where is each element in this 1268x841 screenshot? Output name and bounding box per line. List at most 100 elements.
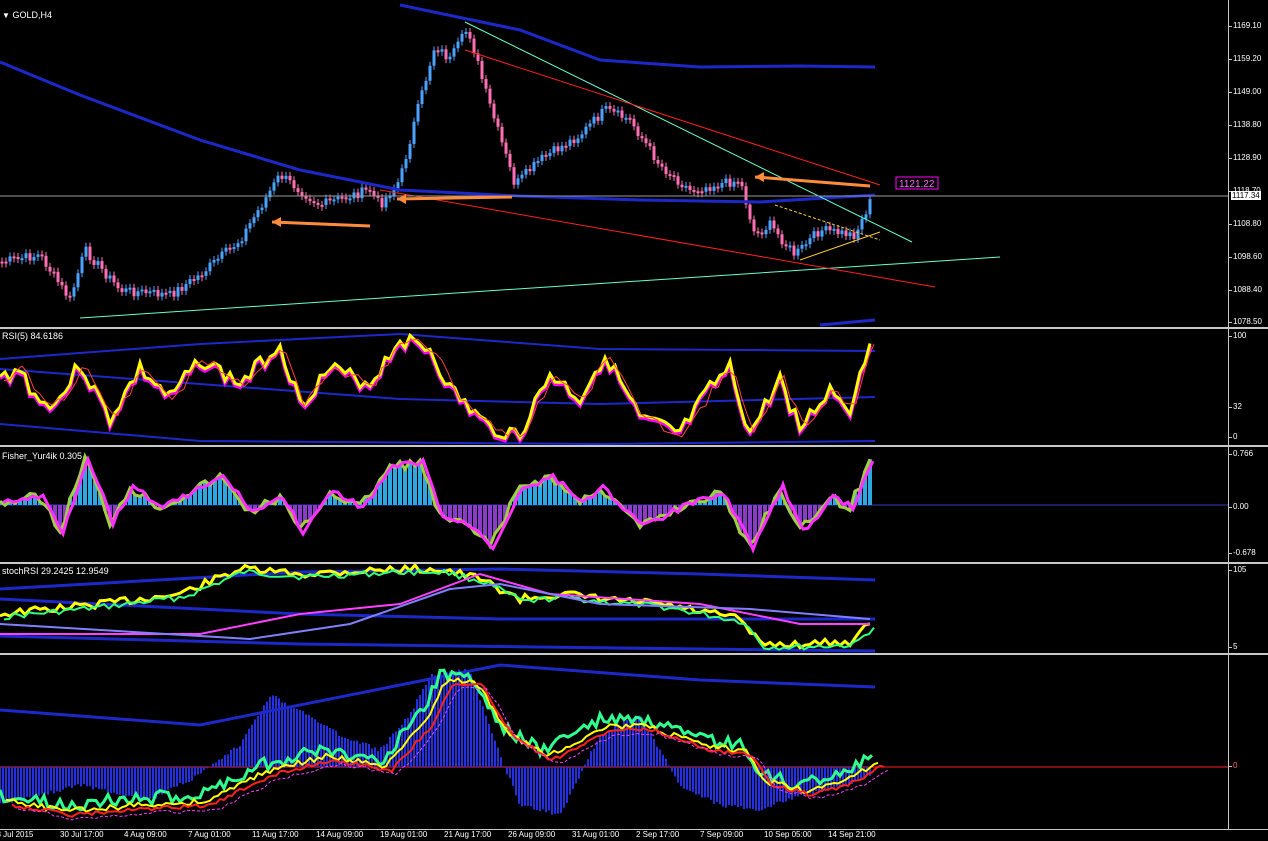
osc-histogram-bar: [563, 767, 565, 808]
osc-histogram-bar: [752, 767, 754, 809]
osc-histogram-bar: [695, 767, 697, 795]
stochrsi-pane[interactable]: stochRSI 29.2425 12.9549: [0, 564, 1228, 653]
price-tick: 1169.10: [1233, 21, 1261, 30]
candle-body: [449, 57, 452, 60]
candle-body: [733, 182, 736, 187]
osc-histogram-bar: [290, 707, 292, 767]
osc-histogram-bar: [449, 671, 451, 767]
candle-body: [521, 175, 524, 179]
osc-histogram-bar: [248, 729, 250, 767]
osc-histogram-bar: [422, 689, 424, 767]
candle-body: [133, 288, 136, 297]
candle-body: [5, 262, 8, 264]
candle-body: [541, 155, 544, 161]
lower-envelope-line: [0, 62, 875, 202]
osc-histogram-bar: [146, 767, 148, 798]
candle-body: [529, 169, 532, 171]
osc-histogram-bar: [236, 748, 238, 767]
price-tick: 1088.40: [1233, 285, 1262, 294]
candle-body: [557, 146, 560, 151]
osc-histogram-bar: [674, 767, 676, 776]
candle-body: [409, 144, 412, 159]
osc-histogram-bar: [44, 767, 46, 794]
candle-body: [569, 140, 572, 147]
rsi-scale[interactable]: 100 32 0: [1228, 329, 1268, 445]
candle-body: [597, 117, 600, 121]
candle-body: [89, 247, 92, 260]
candle-body: [9, 256, 12, 261]
candle-body: [197, 275, 200, 280]
osc-histogram-bar: [257, 716, 259, 767]
fisher-title: Fisher_Yur4ik 0.305: [2, 451, 82, 461]
chart-title: ▼ GOLD,H4: [2, 10, 52, 20]
osc-histogram-bar: [416, 699, 418, 767]
candle-body: [489, 89, 492, 104]
candle-body: [325, 198, 328, 205]
candle-body: [157, 290, 160, 297]
osc-histogram-bar: [602, 734, 604, 767]
osc-histogram-bar: [719, 767, 721, 804]
time-axis[interactable]: 28 Jul 2015 30 Jul 17:00 4 Aug 09:00 7 A…: [0, 829, 1268, 841]
osc-histogram-bar: [569, 767, 571, 795]
osc-histogram-bar: [686, 767, 688, 790]
candle-body: [25, 253, 28, 258]
candle-body: [117, 282, 120, 288]
candle-body: [741, 182, 744, 186]
candle-body: [153, 290, 156, 292]
candle-body: [693, 190, 696, 192]
oscillator-pane[interactable]: [0, 655, 1228, 829]
fisher-histogram-bar: [403, 469, 407, 505]
osc-histogram-bar: [233, 748, 235, 767]
osc-histogram-bar: [116, 767, 118, 794]
price-scale[interactable]: 1169.10 1159.20 1149.00 1138.80 1128.90 …: [1228, 0, 1268, 327]
osc-histogram-bar: [671, 767, 673, 771]
candle-body: [177, 287, 180, 297]
osc-histogram-bar: [26, 767, 28, 797]
fisher-histogram-bar: [648, 505, 652, 519]
candle-body: [649, 143, 652, 146]
candle-body: [229, 248, 232, 250]
osc-histogram-bar: [59, 767, 61, 792]
menu-triangle-icon[interactable]: ▼: [2, 11, 10, 20]
candle-body: [585, 127, 588, 135]
osc-histogram-bar: [557, 767, 559, 814]
candle-body: [77, 273, 80, 287]
candle-body: [189, 279, 192, 284]
osc-histogram-bar: [101, 767, 103, 789]
osc-histogram-bar: [650, 733, 652, 767]
osc-histogram-bar: [170, 767, 172, 788]
osc-histogram-bar: [317, 722, 319, 767]
rsi-pane[interactable]: RSI(5) 84.6186: [0, 329, 1228, 445]
candle-body: [1, 262, 4, 264]
candle-body: [65, 285, 68, 295]
candle-body: [817, 231, 820, 236]
candle-body: [353, 192, 356, 198]
candle-body: [245, 228, 248, 241]
candle-body: [493, 104, 496, 119]
time-label: 19 Aug 01:00: [380, 830, 427, 839]
main-chart-pane[interactable]: 1121.22 ▼ GOLD,H4: [0, 0, 1228, 327]
osc-histogram-bar: [425, 685, 427, 767]
fisher-pane[interactable]: Fisher_Yur4ik 0.305: [0, 447, 1228, 562]
candle-body: [217, 259, 220, 261]
candle-body: [645, 138, 648, 143]
price-chart: 1121.22: [0, 0, 1228, 327]
osc-histogram-bar: [584, 765, 586, 767]
time-label: 30 Jul 17:00: [60, 830, 104, 839]
osc-histogram-bar: [554, 767, 556, 814]
candle-body: [729, 179, 732, 187]
oscillator-scale[interactable]: 0: [1228, 655, 1268, 829]
stochrsi-scale[interactable]: 105 5: [1228, 564, 1268, 653]
osc-histogram-bar: [587, 759, 589, 767]
osc-histogram-bar: [608, 730, 610, 767]
osc-histogram-bar: [11, 767, 13, 803]
osc-histogram-bar: [173, 767, 175, 787]
candle-body: [257, 210, 260, 217]
price-tick: 1159.20: [1233, 54, 1261, 63]
time-label: 11 Aug 17:00: [252, 830, 299, 839]
time-label: 14 Sep 21:00: [828, 830, 876, 839]
resistance-trendline: [465, 50, 880, 185]
osc-histogram-bar: [704, 767, 706, 797]
candle-body: [33, 257, 36, 261]
fisher-scale[interactable]: 0.766 0.00 -0.678: [1228, 447, 1268, 562]
